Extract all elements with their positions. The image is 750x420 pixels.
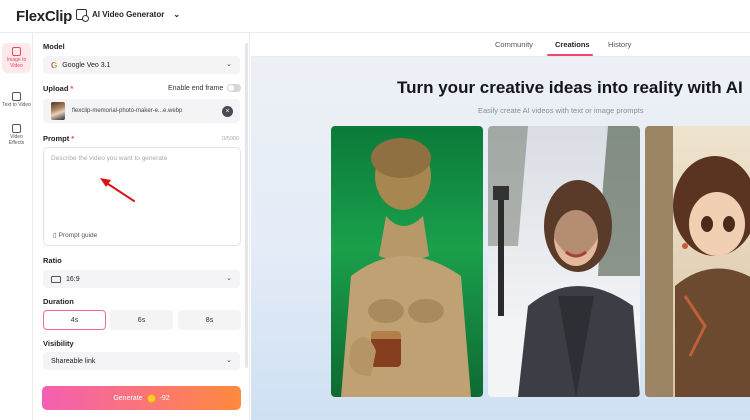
prompt-textarea[interactable]: Describe the video you want to generate …	[43, 147, 241, 246]
red-arrow-annotation	[100, 178, 135, 202]
prompt-label: Prompt *	[43, 134, 74, 143]
tab-history[interactable]: History	[608, 40, 631, 49]
generate-button[interactable]: Generate -92	[42, 386, 241, 410]
video-effects-icon	[12, 124, 21, 133]
rail-item-label: Video Effects	[8, 134, 25, 146]
panel-scrollbar[interactable]	[245, 43, 248, 368]
model-value: Google Veo 3.1	[62, 61, 111, 69]
chevron-down-icon: ⌄	[226, 357, 232, 364]
settings-panel: Model G Google Veo 3.1 ⌄ Upload * Enable …	[33, 33, 250, 420]
rail-item-video-effects[interactable]: Video Effects	[2, 120, 31, 150]
model-select[interactable]: G Google Veo 3.1 ⌄	[43, 56, 240, 74]
chevron-down-icon: ⌄	[226, 275, 232, 282]
prompt-guide-label: Prompt guide	[58, 231, 98, 239]
credit-coin-icon	[146, 393, 156, 403]
remove-upload-icon[interactable]: ×	[222, 106, 233, 117]
book-icon: ▯	[53, 232, 57, 239]
end-frame-toggle[interactable]	[227, 84, 242, 92]
duration-option-8s[interactable]: 8s	[178, 310, 241, 330]
required-marker: *	[71, 134, 75, 143]
prompt-guide-link[interactable]: ▯ Prompt guide	[53, 231, 98, 240]
visibility-select[interactable]: Shareable link ⌄	[43, 352, 240, 370]
duration-option-4s[interactable]: 4s	[43, 310, 106, 330]
generate-cost: -92	[159, 394, 170, 402]
model-label: Model	[43, 42, 65, 51]
prompt-label-text: Prompt	[43, 134, 70, 143]
hero-subheadline: Easily create AI videos with text or ima…	[478, 106, 644, 115]
duration-label: Duration	[43, 297, 74, 306]
sample-video-card[interactable]	[645, 126, 750, 397]
top-bar: FlexClip AI Video Generator ⌄	[0, 0, 750, 33]
visibility-value: Shareable link	[51, 357, 96, 365]
prompt-placeholder: Describe the video you want to generate	[51, 155, 168, 162]
end-frame-label: Enable end frame	[168, 84, 224, 92]
uploaded-file: flexclip-memorial-photo-maker-e...e.webp…	[43, 99, 240, 123]
rail-item-image-to-video[interactable]: Image to Video	[2, 43, 31, 73]
logo-text: FlexClip	[16, 8, 72, 25]
sample-video-card[interactable]	[488, 126, 640, 397]
uploaded-filename: flexclip-memorial-photo-maker-e...e.webp	[72, 108, 183, 114]
sample-video-card[interactable]	[331, 126, 483, 397]
visibility-label: Visibility	[43, 339, 74, 348]
end-frame-toggle-row: Enable end frame	[168, 84, 242, 92]
tool-switcher[interactable]: AI Video Generator ⌄	[76, 9, 181, 22]
image-video-icon	[12, 47, 21, 56]
upload-label: Upload *	[43, 84, 73, 93]
rail-item-label: Image to Video	[6, 57, 27, 69]
ai-video-icon	[76, 9, 89, 22]
tab-creations[interactable]: Creations	[555, 40, 590, 49]
tab-community[interactable]: Community	[495, 40, 533, 49]
statue-image	[341, 138, 471, 397]
view-tabs: Community Creations History	[251, 33, 750, 57]
upload-label-text: Upload	[43, 84, 69, 93]
ratio-label: Ratio	[43, 256, 62, 265]
rail-item-text-to-video[interactable]: Text to Video	[2, 88, 31, 118]
duration-option-6s[interactable]: 6s	[110, 310, 173, 330]
main-area: Community Creations History Turn your cr…	[251, 33, 750, 420]
anime-character-image	[645, 126, 750, 397]
tool-label: AI Video Generator	[92, 10, 165, 19]
uploaded-thumbnail	[51, 102, 65, 120]
active-tab-indicator	[547, 54, 593, 56]
chevron-down-icon: ⌄	[226, 61, 232, 68]
required-marker: *	[70, 84, 74, 93]
snow-portrait-image	[488, 126, 640, 397]
generate-label: Generate	[113, 394, 143, 402]
rail-item-label: Text to Video	[2, 102, 31, 108]
flexclip-logo[interactable]: FlexClip	[16, 8, 72, 25]
google-icon: G	[51, 60, 58, 70]
left-rail: Image to Video Text to Video Video Effec…	[0, 33, 33, 420]
chevron-down-icon: ⌄	[173, 10, 181, 19]
text-video-icon	[12, 92, 21, 101]
ratio-select[interactable]: 16:9 ⌄	[43, 270, 240, 288]
prompt-char-counter: 0/5000	[222, 136, 239, 142]
hero-headline: Turn your creative ideas into reality wi…	[397, 78, 743, 97]
ratio-icon	[51, 275, 61, 283]
ratio-value: 16:9	[66, 275, 80, 283]
